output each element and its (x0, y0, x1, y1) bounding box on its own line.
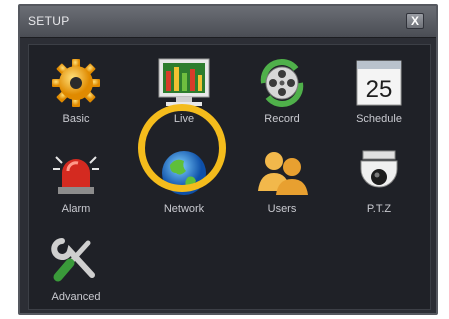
film-reel-icon (260, 59, 304, 107)
close-icon: X (410, 14, 419, 28)
menu-item-label: Record (264, 113, 300, 125)
close-button[interactable]: X (406, 13, 424, 29)
title-bar: SETUP X (20, 6, 436, 38)
menu-item-label: Network (163, 203, 205, 215)
menu-item-schedule[interactable]: 25 Schedule (334, 57, 424, 125)
alarm-siren-icon (53, 156, 99, 194)
window-title: SETUP (28, 14, 70, 28)
menu-item-label: Basic (62, 113, 90, 125)
menu-item-advanced[interactable]: Advanced (31, 235, 121, 303)
dome-camera-icon (360, 150, 398, 188)
calendar-icon: 25 (356, 60, 402, 106)
highlight-ring (138, 104, 226, 192)
menu-item-alarm[interactable]: Alarm (31, 147, 121, 215)
menu-item-label: P.T.Z (366, 203, 392, 215)
menu-item-label: Advanced (51, 291, 101, 303)
users-icon (258, 152, 308, 195)
tools-icon (51, 238, 95, 282)
calendar-day: 25 (366, 76, 393, 103)
monitor-equalizer-icon (158, 58, 210, 106)
menu-item-ptz[interactable]: P.T.Z (334, 147, 424, 215)
menu-item-label: Alarm (61, 203, 91, 215)
menu-item-label: Schedule (356, 113, 402, 125)
menu-item-basic[interactable]: Basic (31, 57, 121, 125)
setup-menu-panel: Basic Live Record 25 Schedule Alarm Netw… (28, 44, 431, 310)
setup-window: SETUP X Basic Live Record 25 Schedule Al… (18, 4, 438, 315)
gear-icon (52, 59, 100, 107)
menu-item-record[interactable]: Record (237, 57, 327, 125)
menu-item-label: Users (267, 203, 297, 215)
menu-item-users[interactable]: Users (237, 147, 327, 215)
